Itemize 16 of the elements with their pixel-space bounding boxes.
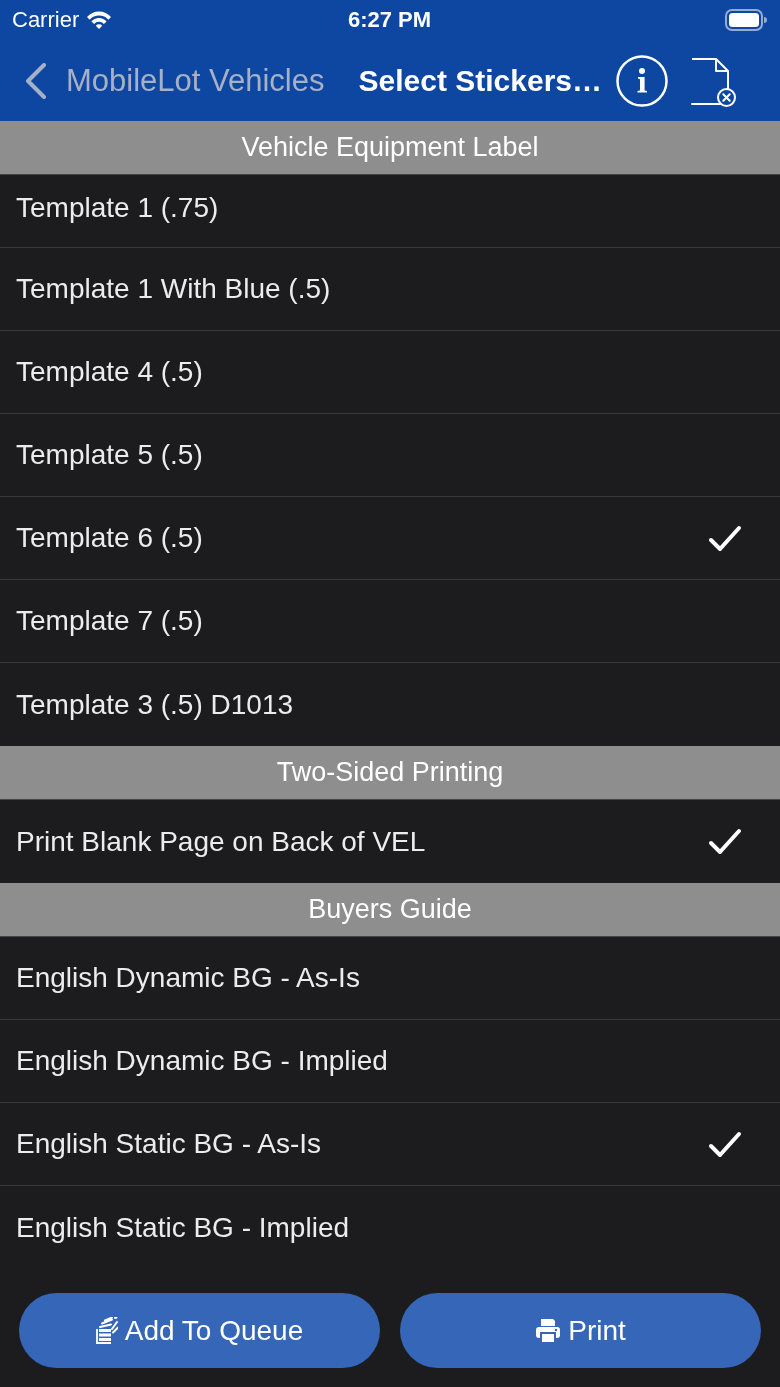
paper-stack-icon xyxy=(95,1317,118,1344)
nav-title: Select Stickers… xyxy=(358,63,602,98)
add-to-queue-button[interactable]: Add To Queue xyxy=(19,1293,380,1368)
section-header: Two-Sided Printing xyxy=(0,746,780,800)
chevron-left-icon xyxy=(25,62,47,99)
printer-icon xyxy=(535,1317,562,1344)
print-button[interactable]: Print xyxy=(400,1293,761,1368)
info-icon[interactable] xyxy=(616,54,668,107)
wifi-icon xyxy=(86,10,113,30)
back-button[interactable]: MobileLot Vehicles xyxy=(25,62,325,99)
carrier-name: Carrier xyxy=(12,7,80,33)
battery-icon xyxy=(725,9,767,31)
section-header: Vehicle Equipment Label xyxy=(0,121,780,175)
clock-time: 6:27 PM xyxy=(347,7,432,33)
document-x-icon[interactable] xyxy=(690,57,737,108)
section-header: Buyers Guide xyxy=(0,883,780,937)
